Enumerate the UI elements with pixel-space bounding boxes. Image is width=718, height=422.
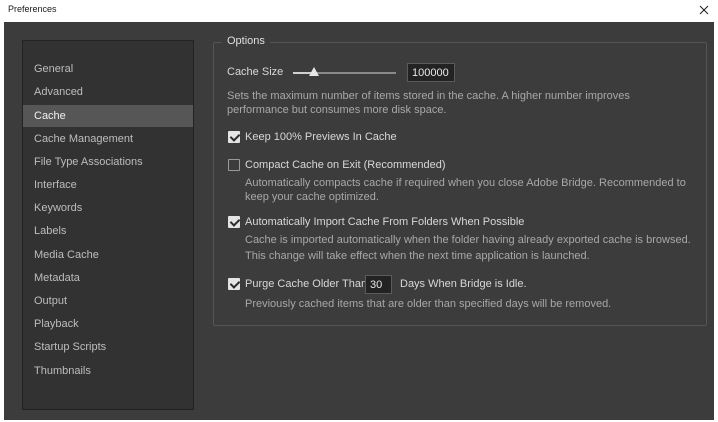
sidebar-item-keywords[interactable]: Keywords [23,197,193,219]
cache-size-label: Cache Size [227,66,284,78]
sidebar-item-file-type-associations[interactable]: File Type Associations [23,151,193,173]
auto-import-description-line1: Cache is imported automatically when the… [245,234,691,246]
sidebar-item-playback[interactable]: Playback [23,313,193,335]
purge-cache-description: Previously cached items that are older t… [245,298,612,310]
sidebar-item-media-cache[interactable]: Media Cache [23,244,193,266]
sidebar-item-advanced[interactable]: Advanced [23,81,193,103]
auto-import-description-line2: This change will take effect when the ne… [245,250,590,262]
compact-cache-checkbox[interactable] [228,159,240,171]
close-button[interactable] [696,2,712,18]
sidebar-item-cache[interactable]: Cache [23,105,193,127]
cache-size-slider-thumb[interactable] [308,67,319,76]
purge-cache-checkbox[interactable] [228,278,240,290]
sidebar-item-thumbnails[interactable]: Thumbnails [23,360,193,382]
purge-cache-label: Purge Cache Older Than [245,278,368,290]
close-icon [699,5,709,15]
sidebar-item-general[interactable]: General [23,58,193,80]
sidebar-item-cache-management[interactable]: Cache Management [23,128,193,150]
cache-size-input[interactable] [407,63,455,82]
keep-previews-label: Keep 100% Previews In Cache [245,131,397,143]
auto-import-checkbox[interactable] [228,216,240,228]
auto-import-label: Automatically Import Cache From Folders … [245,216,525,228]
sidebar-item-startup-scripts[interactable]: Startup Scripts [23,336,193,358]
sidebar-item-labels[interactable]: Labels [23,220,193,242]
sidebar-item-interface[interactable]: Interface [23,174,193,196]
purge-cache-days-label: Days When Bridge is Idle. [400,278,527,290]
options-legend: Options [222,35,270,47]
sidebar-item-metadata[interactable]: Metadata [23,267,193,289]
keep-previews-checkbox[interactable] [228,131,240,143]
cache-size-slider[interactable] [293,67,396,76]
preferences-sidebar: General Advanced Cache Cache Management … [22,40,194,410]
compact-cache-label: Compact Cache on Exit (Recommended) [245,159,446,171]
purge-days-input[interactable] [365,275,392,294]
title-bar: Preferences [0,0,718,22]
window-title: Preferences [8,4,57,14]
cache-size-description-line2: performance but consumes more disk space… [227,104,447,116]
compact-cache-description-line2: keep your cache optimized. [245,191,379,203]
preferences-window: General Advanced Cache Cache Management … [4,22,714,420]
sidebar-item-output[interactable]: Output [23,290,193,312]
